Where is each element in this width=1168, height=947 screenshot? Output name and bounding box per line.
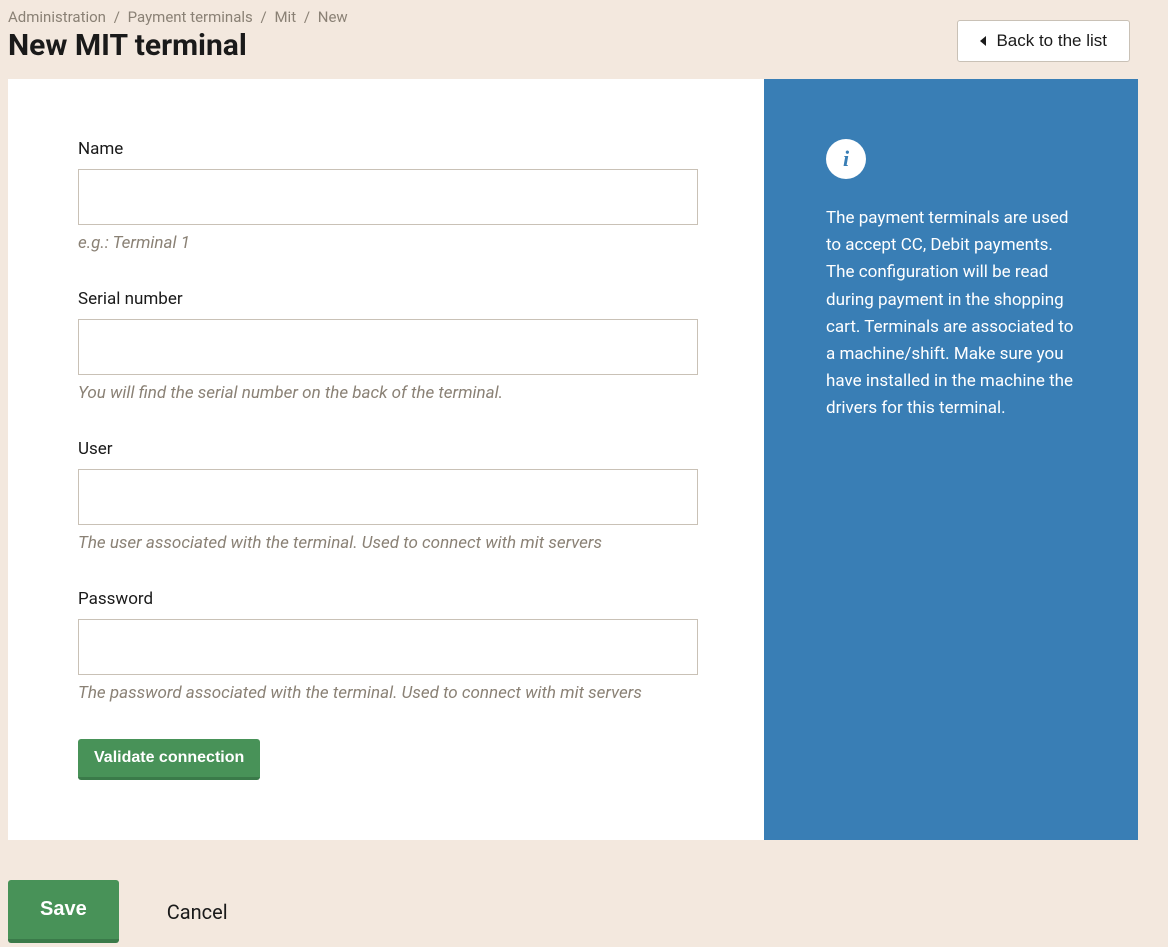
password-label: Password [78, 589, 700, 609]
form-group-user: User The user associated with the termin… [78, 439, 700, 553]
name-label: Name [78, 139, 700, 159]
serial-input[interactable] [78, 319, 698, 375]
user-input[interactable] [78, 469, 698, 525]
form-group-password: Password The password associated with th… [78, 589, 700, 703]
cancel-link[interactable]: Cancel [167, 900, 228, 924]
form-group-name: Name e.g.: Terminal 1 [78, 139, 700, 253]
name-hint: e.g.: Terminal 1 [78, 233, 698, 253]
user-hint: The user associated with the terminal. U… [78, 533, 698, 553]
serial-label: Serial number [78, 289, 700, 309]
breadcrumb-item[interactable]: Mit [274, 8, 296, 26]
back-button-label: Back to the list [996, 31, 1107, 51]
password-hint: The password associated with the termina… [78, 683, 698, 703]
form-column: Name e.g.: Terminal 1 Serial number You … [8, 79, 764, 840]
chevron-left-icon [980, 36, 986, 46]
info-text: The payment terminals are used to accept… [826, 205, 1076, 423]
serial-hint: You will find the serial number on the b… [78, 383, 698, 403]
validate-connection-button[interactable]: Validate connection [78, 739, 260, 780]
back-to-list-button[interactable]: Back to the list [957, 20, 1130, 62]
page-title: New MIT terminal [8, 28, 348, 63]
save-button[interactable]: Save [8, 880, 119, 943]
breadcrumb-item[interactable]: Payment terminals [128, 8, 253, 26]
name-input[interactable] [78, 169, 698, 225]
breadcrumb: Administration / Payment terminals / Mit… [8, 8, 348, 26]
password-input[interactable] [78, 619, 698, 675]
breadcrumb-item: New [318, 8, 348, 26]
info-icon: i [826, 139, 866, 179]
user-label: User [78, 439, 700, 459]
form-actions: Save Cancel [0, 840, 1168, 943]
breadcrumb-item[interactable]: Administration [8, 8, 106, 26]
form-card: Name e.g.: Terminal 1 Serial number You … [8, 79, 1138, 840]
info-sidebar: i The payment terminals are used to acce… [764, 79, 1138, 840]
form-group-serial: Serial number You will find the serial n… [78, 289, 700, 403]
